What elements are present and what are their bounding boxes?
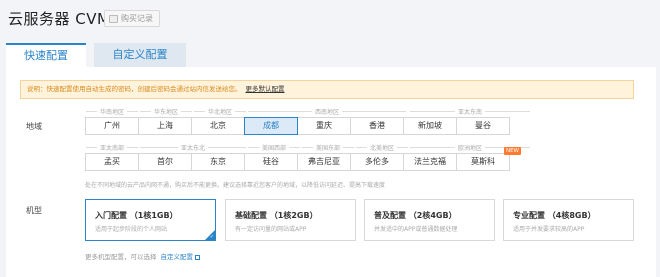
city-option[interactable]: 首尔 <box>138 153 192 171</box>
region-row-2: 孟买 首尔 东京 硅谷 弗吉尼亚 多伦多 法兰克福 莫斯科 NEW <box>85 147 521 171</box>
region-group-label: 亚太南部 <box>86 143 138 152</box>
config-desc: 并发适中的APP或普通数据处理 <box>374 226 458 233</box>
region-hint: 处在不同地域的云产品内网不通，购买后不能更换。建议选择靠近您客户的地域，以降低访… <box>85 182 386 189</box>
custom-config-link[interactable]: 自定义配置 <box>161 253 194 261</box>
notice-text: 说明：快速配置使用自动生成的密码，创建后密码会通过站内信发送给您。 <box>27 85 242 93</box>
city-option[interactable]: 广州 <box>85 117 139 135</box>
region-group-label: 华南地区 <box>86 107 138 116</box>
more-config-text: 更多机型配置，可以选择 <box>85 253 157 261</box>
more-default-config-link[interactable]: 更多默认配置 <box>246 85 285 93</box>
region-group-label: 美国西部 <box>248 143 300 152</box>
city-option[interactable]: 多伦多 <box>350 153 404 171</box>
config-title: 入门配置 （1核1GB） <box>95 211 178 220</box>
check-icon: ✓ <box>209 234 214 240</box>
city-option[interactable]: 弗吉尼亚 <box>297 153 351 171</box>
region-group-label: 亚太东南 <box>410 107 530 116</box>
region-group-label: 美国东部 <box>302 143 354 152</box>
external-link-icon <box>195 254 200 260</box>
page-title: 云服务器 CVM <box>8 10 111 28</box>
city-option[interactable]: 北京 <box>191 117 245 135</box>
machine-type-label: 机型 <box>26 206 42 215</box>
purchase-records-button[interactable]: 购买记录 <box>104 10 160 27</box>
city-option[interactable]: 新加坡 <box>403 117 457 135</box>
city-option-selected[interactable]: 成都 <box>244 117 298 135</box>
city-option[interactable]: 硅谷 <box>244 153 298 171</box>
region-group-label: 西南地区 <box>248 107 406 116</box>
city-option[interactable]: 曼谷 <box>456 117 510 135</box>
config-title: 专业配置 （4核8GB） <box>513 211 596 220</box>
city-option[interactable]: 上海 <box>138 117 192 135</box>
config-card-pro[interactable]: 专业配置 （4核8GB） 适用于并发要求较高的APP <box>503 199 634 241</box>
config-desc: 有一定访问量的网站或APP <box>235 226 307 233</box>
city-option[interactable]: 孟买 <box>85 153 139 171</box>
header: 云服务器 CVM 购买记录 <box>0 0 660 36</box>
new-badge: NEW <box>503 147 521 155</box>
config-title: 基础配置 （1核2GB） <box>235 211 318 220</box>
cart-icon <box>109 14 118 23</box>
region-row-1: 广州 上海 北京 成都 重庆 香港 新加坡 曼谷 <box>85 117 510 135</box>
config-card-entry[interactable]: 入门配置 （1核1GB） 适用于起步阶段的个人网站 ✓ <box>85 199 216 241</box>
purchase-records-label: 购买记录 <box>121 14 153 23</box>
config-desc: 适用于起步阶段的个人网站 <box>95 226 168 233</box>
city-option[interactable]: 法兰克福 <box>403 153 457 171</box>
tab-custom-config[interactable]: 自定义配置 <box>94 43 186 67</box>
config-card-popular[interactable]: 普及配置 （2核4GB） 并发适中的APP或普通数据处理 <box>364 199 495 241</box>
city-option[interactable]: 香港 <box>350 117 404 135</box>
more-config-hint: 更多机型配置，可以选择 自定义配置 <box>85 251 200 261</box>
region-group-label: 华东地区 <box>140 107 192 116</box>
tab-quick-config[interactable]: 快速配置 <box>6 43 86 67</box>
region-label: 地域 <box>26 122 42 131</box>
notice-banner: 说明：快速配置使用自动生成的密码，创建后密码会通过站内信发送给您。 更多默认配置 <box>20 80 634 99</box>
city-option[interactable]: 莫斯科 NEW <box>456 147 521 171</box>
city-option[interactable]: 重庆 <box>297 117 351 135</box>
region-group-label: 亚太东北 <box>140 143 246 152</box>
config-title: 普及配置 （2核4GB） <box>374 211 457 220</box>
city-option-label: 莫斯科 <box>471 157 495 166</box>
region-group-label: 北美地区 <box>356 143 408 152</box>
region-group-label: 华北地区 <box>194 107 246 116</box>
config-card-basic[interactable]: 基础配置 （1核2GB） 有一定访问量的网站或APP <box>225 199 356 241</box>
config-desc: 适用于并发要求较高的APP <box>513 226 585 233</box>
city-option[interactable]: 东京 <box>191 153 245 171</box>
